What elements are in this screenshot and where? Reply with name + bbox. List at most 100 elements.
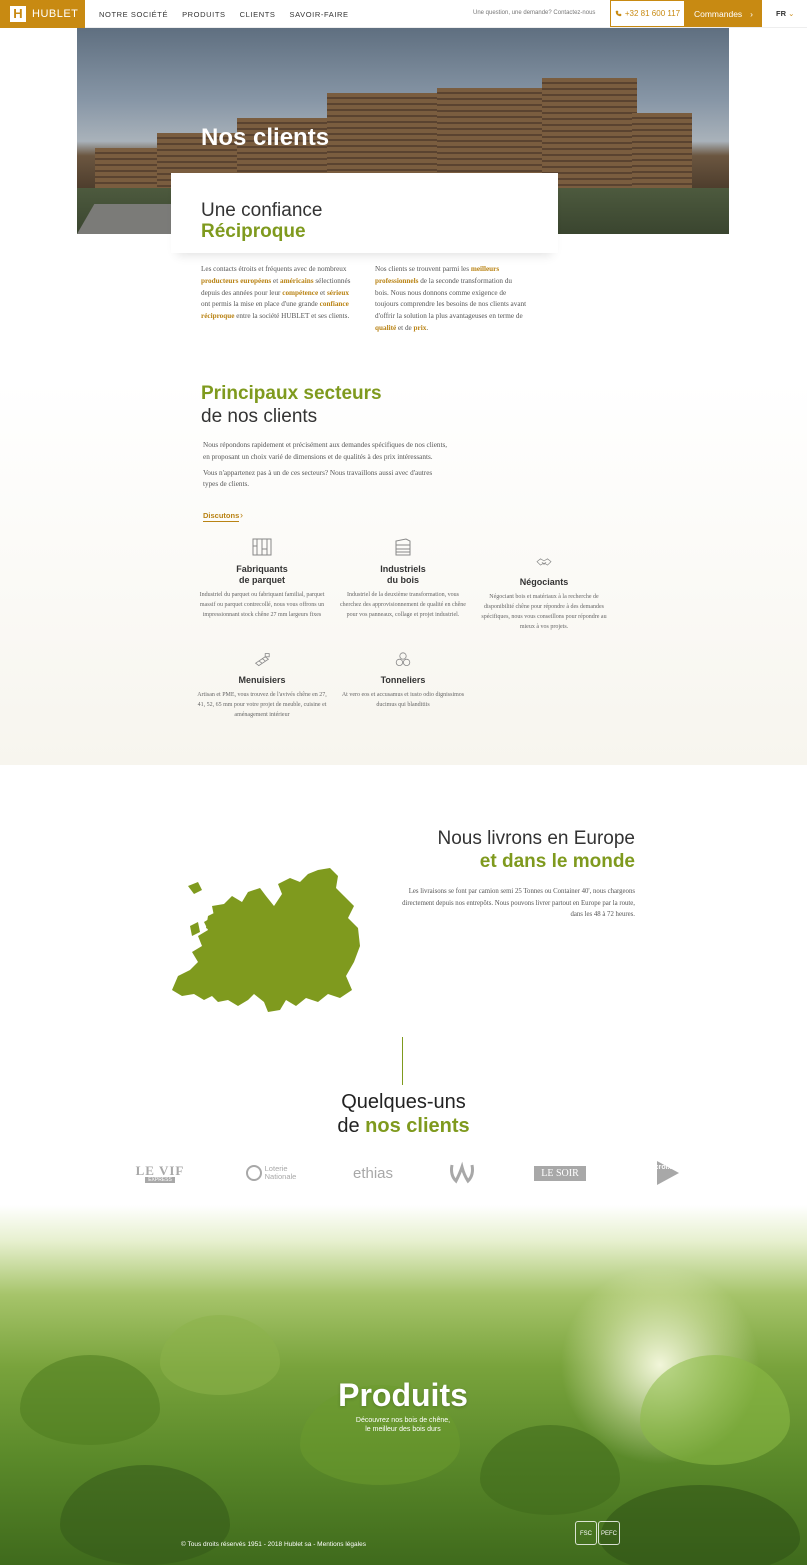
loterie-icon <box>245 1165 262 1181</box>
intro-title: Une confiance Réciproque <box>201 200 322 242</box>
text: et <box>318 288 327 297</box>
highlight: prix <box>413 323 427 332</box>
language-label: FR <box>776 9 786 18</box>
client-logo-text: LE VIF <box>135 1162 185 1178</box>
sector-tonneliers: Tonneliers At vero eos et accusamus et i… <box>337 652 469 710</box>
fsc-logo: FSC <box>575 1521 597 1545</box>
logo-mark: H <box>10 6 26 22</box>
highlight: qualité <box>375 323 397 332</box>
text: et de <box>396 323 414 332</box>
intro-title-line2: Réciproque <box>201 221 306 242</box>
clients-title: Quelques-uns de nos clients <box>250 1090 557 1138</box>
wood-stack <box>632 113 692 188</box>
phone-button[interactable]: +32 81 600 117 <box>610 0 685 27</box>
clients-title-line2b: nos clients <box>365 1115 470 1137</box>
handshake-icon <box>536 558 552 566</box>
sector-description: At vero eos et accusamus et iusto odio d… <box>341 692 465 708</box>
wb-logo-icon <box>450 1161 474 1184</box>
europe-title: Nous livrons en Europe et dans le monde <box>380 827 636 873</box>
sectors-intro: Nous répondons rapidement et précisément… <box>203 440 448 491</box>
sector-name: Négociants <box>519 577 569 587</box>
logo[interactable]: H HUBLET <box>0 0 85 28</box>
products-subtitle: Découvrez nos bois de chêne, le meilleur … <box>355 1417 451 1433</box>
leaf <box>600 1485 800 1565</box>
client-logo-lacroix: la croix <box>647 1160 685 1186</box>
sector-industry: Industriels du bois Industriel de la deux… <box>337 537 469 620</box>
highlight: producteurs européens <box>201 276 272 285</box>
highlight: américains <box>280 276 314 285</box>
phone-icon <box>615 10 622 17</box>
client-logo-levif: LE VIF EXPRESS <box>130 1160 190 1186</box>
menu-item-savoir-faire[interactable]: SAVOIR-FAIRE <box>290 10 349 19</box>
client-logo-text: Loterie Nationale <box>264 1164 297 1181</box>
sectors-title: Principaux secteurs de nos clients <box>201 382 382 428</box>
clients-title-line1: Quelques-uns <box>341 1091 466 1113</box>
text: et <box>271 276 280 285</box>
contact-link[interactable]: Une question, une demande? Contactez-nou… <box>473 10 595 16</box>
client-logo-loterie: Loterie Nationale <box>240 1160 302 1186</box>
sector-negociants: Négociants Négociant bois et matériaux à… <box>478 556 610 632</box>
leaf <box>60 1465 230 1565</box>
intro-column-left: Les contacts étroits et fréquents avec d… <box>201 264 356 323</box>
top-nav: H HUBLET NOTRE SOCIÉTÉ PRODUITS CLIENTS … <box>0 0 807 28</box>
divider-line <box>402 1037 403 1085</box>
text: entre la société HUBLET et ses clients. <box>234 312 350 321</box>
page-title: Nos clients <box>201 124 330 151</box>
sectors-para1: Nous répondons rapidement et précisément… <box>203 441 448 461</box>
chevron-down-icon: ⌄ <box>788 9 795 18</box>
leaf <box>20 1355 160 1445</box>
orders-button[interactable]: Commandes › <box>685 0 762 27</box>
menu-item-clients[interactable]: CLIENTS <box>240 10 276 19</box>
footer-copyright[interactable]: © Tous droits réservés 1951 - 2018 Huble… <box>181 1541 366 1548</box>
wood-stack <box>95 148 165 188</box>
client-logo-text: la croix <box>647 1164 672 1171</box>
text: ont permis la mise en place d'une grande <box>201 300 320 309</box>
client-logo-wb <box>446 1160 478 1186</box>
sectors-title-line2: de nos clients <box>201 406 318 427</box>
chevron-right-icon: › <box>750 8 754 19</box>
highlight: sérieux <box>326 288 349 297</box>
sector-name: Tonneliers <box>380 675 426 685</box>
leaf <box>160 1315 280 1395</box>
discuss-link[interactable]: Discutons <box>203 511 240 522</box>
chevron-right-icon: › <box>240 510 243 520</box>
text: Les contacts étroits et fréquents avec d… <box>201 265 347 273</box>
barrels-icon <box>395 652 411 666</box>
menu-item-societe[interactable]: NOTRE SOCIÉTÉ <box>99 10 168 19</box>
sectors-title-line1: Principaux secteurs <box>201 383 382 404</box>
text: Nos clients se trouvent parmi les <box>375 265 471 273</box>
highlight: compétence <box>282 288 319 297</box>
client-logo-lesoir: LE SOIR <box>529 1160 591 1186</box>
main-menu: NOTRE SOCIÉTÉ PRODUITS CLIENTS SAVOIR-FA… <box>99 0 349 28</box>
wood-stack <box>542 78 637 188</box>
europe-title-line1: Nous livrons en Europe <box>437 828 636 849</box>
client-logo-text: EXPRESS <box>145 1176 175 1183</box>
logo-text: HUBLET <box>32 8 79 20</box>
europe-title-line2: et dans le monde <box>479 851 635 872</box>
sector-description: Industriel de la deuxième transformation… <box>340 592 466 618</box>
sector-menuisiers: Menuisiers Artisan et PME, vous trouvez … <box>196 652 328 720</box>
europe-text: Les livraisons se font par camion semi 2… <box>402 888 635 918</box>
sector-parquet: Fabriquants de parquet Industriel du parq… <box>196 537 328 620</box>
industry-icon <box>395 538 411 556</box>
sectors-para2: Vous n'appartenez pas à un de ces secteu… <box>203 468 433 489</box>
sector-description: Artisan et PME, vous trouvez de l'avivés… <box>197 692 327 718</box>
language-selector[interactable]: FR ⌄ <box>776 9 794 18</box>
client-logo-ethias: ethias <box>352 1164 394 1182</box>
clients-title-line2a: de <box>337 1115 366 1137</box>
client-logo-text: LE SOIR <box>534 1165 586 1181</box>
sector-name: Menuisiers <box>238 675 286 685</box>
products-title[interactable]: Produits <box>303 1377 503 1414</box>
pefc-logo: PEFC <box>598 1521 620 1545</box>
sector-description: Industriel du parquet ou fabriquant fami… <box>199 592 325 618</box>
intro-title-line1: Une confiance <box>201 200 323 221</box>
sector-name: Industriels du bois <box>380 564 426 585</box>
sector-description: Négociant bois et matériaux à la recherc… <box>481 594 607 630</box>
phone-number: +32 81 600 117 <box>624 9 681 18</box>
orders-label: Commandes <box>693 8 743 19</box>
parquet-icon <box>252 538 272 556</box>
sector-name: Fabriquants de parquet <box>236 564 288 585</box>
text: . <box>426 323 429 332</box>
carpenter-icon <box>254 653 270 667</box>
menu-item-produits[interactable]: PRODUITS <box>182 10 226 19</box>
